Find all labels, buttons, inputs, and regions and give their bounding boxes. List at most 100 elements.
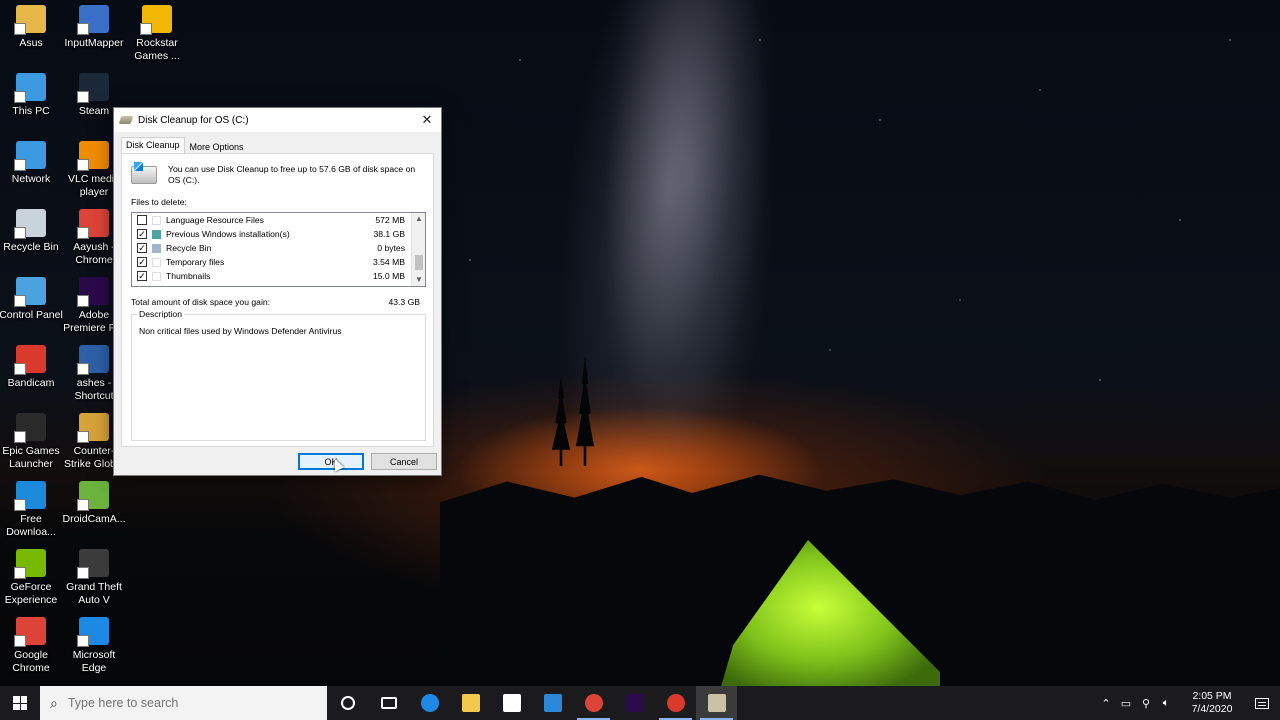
windows-logo-icon xyxy=(13,696,27,710)
file-row[interactable]: Language Resource Files 572 MB xyxy=(132,213,425,227)
ashes-icon xyxy=(77,345,109,375)
file-name: Recycle Bin xyxy=(166,243,212,253)
file-row[interactable]: ✓ Thumbnails 15.0 MB xyxy=(132,269,425,283)
desktop-icon-label: Bandicam xyxy=(7,377,55,389)
desktop-icon[interactable]: DroidCamA... xyxy=(62,481,126,540)
taskbar-app-button[interactable] xyxy=(491,686,532,720)
desktop-icon[interactable]: Network xyxy=(0,141,63,200)
desktop-icon[interactable]: InputMapper xyxy=(62,5,126,64)
chrome-icon xyxy=(584,694,603,712)
disk-cleanup-dialog: Disk Cleanup for OS (C:) ✕ Disk Cleanup … xyxy=(113,107,442,476)
chrome-icon xyxy=(14,617,46,647)
cortana-icon xyxy=(340,696,355,710)
dialog-title: Disk Cleanup for OS (C:) xyxy=(138,114,249,126)
task-view-icon xyxy=(380,697,397,709)
close-button[interactable]: ✕ xyxy=(413,108,441,132)
free-download-icon xyxy=(14,481,46,511)
file-checkbox[interactable]: ✓ xyxy=(137,229,147,239)
clock-date: 7/4/2020 xyxy=(1191,703,1233,715)
csgo-icon xyxy=(77,413,109,443)
description-label: Description xyxy=(137,309,184,319)
taskbar-app-button[interactable] xyxy=(409,686,450,720)
file-row[interactable]: ✓ Recycle Bin 0 bytes xyxy=(132,241,425,255)
chrome-icon xyxy=(77,209,109,239)
control-panel-icon xyxy=(14,277,46,307)
taskbar-app-button[interactable] xyxy=(655,686,696,720)
epic-games-icon xyxy=(14,413,46,443)
scroll-down-arrow-icon[interactable]: ▼ xyxy=(412,274,425,286)
blank-file-icon xyxy=(152,257,161,267)
desktop-icon[interactable]: Bandicam xyxy=(0,345,63,404)
desktop-icon[interactable]: Recycle Bin xyxy=(0,209,63,268)
scroll-up-arrow-icon[interactable]: ▲ xyxy=(412,213,425,225)
geforce-icon xyxy=(14,549,46,579)
desktop-icon[interactable]: Rockstar Games ... xyxy=(125,5,189,64)
desktop-icon-label: Grand Theft Auto V xyxy=(66,581,122,606)
battery-icon[interactable]: ▭ xyxy=(1116,697,1136,710)
desktop-icon[interactable]: Free Downloa... xyxy=(0,481,63,540)
tab-disk-cleanup[interactable]: Disk Cleanup xyxy=(121,137,185,153)
clock[interactable]: 2:05 PM 7/4/2020 xyxy=(1180,690,1244,716)
desktop-icon[interactable]: Epic Games Launcher xyxy=(0,413,63,472)
description-text: Non critical files used by Windows Defen… xyxy=(139,326,342,336)
recycle-bin-icon xyxy=(152,243,161,253)
windows-installation-icon xyxy=(152,229,161,239)
desktop-icon-label: Control Panel xyxy=(0,309,63,321)
taskbar-app-button[interactable] xyxy=(327,686,368,720)
file-size: 38.1 GB xyxy=(373,229,405,239)
steam-icon xyxy=(77,73,109,103)
desktop-icon[interactable]: This PC xyxy=(0,73,63,132)
blank-file-icon xyxy=(152,215,161,225)
dialog-titlebar[interactable]: Disk Cleanup for OS (C:) ✕ xyxy=(114,108,441,132)
desktop-icon[interactable]: Microsoft Edge xyxy=(62,617,126,676)
file-row[interactable]: ✓ Previous Windows installation(s) 38.1 GB xyxy=(132,227,425,241)
file-checkbox[interactable]: ✓ xyxy=(137,271,147,281)
desktop-icon[interactable]: Asus xyxy=(0,5,63,64)
taskbar-search[interactable]: ⌕ xyxy=(40,686,327,720)
inputmapper-icon xyxy=(77,5,109,35)
network-icon xyxy=(14,141,46,171)
file-size: 15.0 MB xyxy=(372,271,405,281)
rockstar-icon xyxy=(140,5,172,35)
start-button[interactable] xyxy=(0,686,40,720)
file-checkbox[interactable] xyxy=(137,215,147,225)
system-tray: ⌃ ▭ ⚲ 🔈︎ 2:05 PM 7/4/2020 xyxy=(1096,686,1280,720)
file-checkbox[interactable]: ✓ xyxy=(137,243,147,253)
taskbar-app-button[interactable] xyxy=(696,686,737,720)
files-to-delete-label: Files to delete: xyxy=(131,197,187,207)
network-icon[interactable]: ⚲ xyxy=(1136,697,1156,710)
taskbar-app-button[interactable] xyxy=(573,686,614,720)
desktop-icon-label: Rockstar Games ... xyxy=(134,37,180,62)
cancel-button[interactable]: Cancel xyxy=(371,453,437,470)
tab-more-options[interactable]: More Options xyxy=(184,139,249,153)
desktop-icon[interactable]: GeForce Experience xyxy=(0,549,63,608)
taskbar-app-button[interactable] xyxy=(368,686,409,720)
chevron-up-icon[interactable]: ⌃ xyxy=(1096,697,1116,710)
desktop-icon-label: Free Downloa... xyxy=(6,513,56,538)
blank-file-icon xyxy=(152,271,161,281)
file-checkbox[interactable]: ✓ xyxy=(137,257,147,267)
action-center-button[interactable] xyxy=(1244,697,1280,709)
file-size: 3.54 MB xyxy=(372,257,405,267)
taskbar-app-button[interactable] xyxy=(532,686,573,720)
desktop-icon[interactable]: Grand Theft Auto V xyxy=(62,549,126,608)
total-label: Total amount of disk space you gain: xyxy=(131,297,271,307)
taskbar-app-button[interactable] xyxy=(450,686,491,720)
desktop-icon-label: Asus xyxy=(19,37,43,49)
files-list[interactable]: Language Resource Files 572 MB ✓ Previous W… xyxy=(131,212,426,287)
folder-icon xyxy=(14,5,46,35)
intro: You can use Disk Cleanup to free up to 5… xyxy=(131,162,426,186)
volume-icon[interactable]: 🔈︎ xyxy=(1156,697,1176,710)
desktop-icon[interactable]: Control Panel xyxy=(0,277,63,336)
search-input[interactable] xyxy=(67,696,298,710)
files-list-scrollbar[interactable]: ▲ ▼ xyxy=(411,213,425,286)
desktop-icon-label: DroidCamA... xyxy=(62,513,126,525)
clock-time: 2:05 PM xyxy=(1192,690,1232,702)
file-row[interactable]: ✓ Temporary files 3.54 MB xyxy=(132,255,425,269)
disk-cleanup-icon xyxy=(118,116,134,124)
taskbar-app-button[interactable] xyxy=(614,686,655,720)
bandicam-icon xyxy=(666,694,685,712)
desktop-icon[interactable]: Google Chrome xyxy=(0,617,63,676)
scroll-thumb[interactable] xyxy=(415,255,423,270)
premiere-icon xyxy=(625,694,644,712)
